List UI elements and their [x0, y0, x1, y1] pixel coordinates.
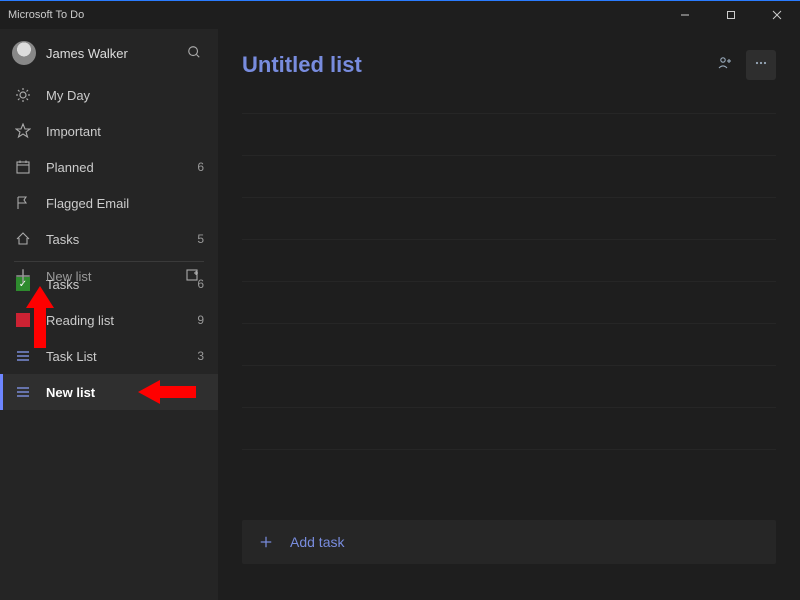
sidebar-item-count: 6: [197, 160, 204, 174]
sidebar-item-label: Planned: [46, 160, 189, 175]
sidebar-item-flagged[interactable]: Flagged Email: [0, 185, 218, 221]
more-icon: [753, 55, 769, 76]
share-button[interactable]: [710, 50, 740, 80]
person-add-icon: [717, 55, 733, 76]
search-button[interactable]: [182, 41, 206, 65]
sidebar-item-reading[interactable]: Reading list 9: [0, 302, 218, 338]
titlebar: Microsoft To Do: [0, 1, 800, 29]
sidebar-item-label: Important: [46, 124, 196, 139]
calendar-icon: [14, 158, 32, 176]
app-window: Microsoft To Do James Walker: [0, 0, 800, 600]
close-button[interactable]: [754, 1, 800, 29]
content-header: Untitled list: [242, 29, 776, 101]
book-icon: [14, 311, 32, 329]
search-icon: [187, 45, 201, 62]
sidebar-item-label: Task List: [46, 349, 189, 364]
plus-icon: [258, 534, 274, 550]
sun-icon: [14, 86, 32, 104]
create-group-button[interactable]: [180, 267, 204, 286]
sidebar-item-planned[interactable]: Planned 6: [0, 149, 218, 185]
sidebar-item-label: Flagged Email: [46, 196, 196, 211]
sidebar-item-tasklist[interactable]: Task List 3: [0, 338, 218, 374]
maximize-button[interactable]: [708, 1, 754, 29]
home-icon: [14, 230, 32, 248]
sidebar-item-label: Tasks: [46, 232, 189, 247]
add-task-label: Add task: [290, 534, 344, 550]
sidebar-item-count: 5: [197, 232, 204, 246]
content-pane: Untitled list: [218, 29, 800, 600]
sidebar-item-label: Reading list: [46, 313, 189, 328]
add-task-input[interactable]: Add task: [242, 520, 776, 564]
star-icon: [14, 122, 32, 140]
sidebar-item-newlist[interactable]: New list: [0, 374, 218, 410]
new-list-button[interactable]: New list: [0, 256, 218, 296]
list-icon: [14, 383, 32, 401]
avatar: [12, 41, 36, 65]
new-list-label: New list: [46, 269, 180, 284]
plus-icon: [14, 267, 32, 285]
sidebar-item-myday[interactable]: My Day: [0, 77, 218, 113]
sidebar-item-label: New list: [46, 385, 196, 400]
minimize-button[interactable]: [662, 1, 708, 29]
list-title[interactable]: Untitled list: [242, 52, 704, 78]
sidebar-item-count: 9: [197, 313, 204, 327]
main-area: James Walker My Day: [0, 29, 800, 600]
app-title: Microsoft To Do: [8, 9, 84, 21]
sidebar-item-label: My Day: [46, 88, 196, 103]
sidebar-item-tasks[interactable]: Tasks 5: [0, 221, 218, 257]
list-icon: [14, 347, 32, 365]
flag-icon: [14, 194, 32, 212]
group-icon: [184, 267, 200, 286]
user-name: James Walker: [46, 46, 182, 61]
sidebar-item-count: 3: [197, 349, 204, 363]
smart-lists: My Day Important Planned 6: [0, 77, 218, 257]
sidebar-item-important[interactable]: Important: [0, 113, 218, 149]
user-row[interactable]: James Walker: [0, 29, 218, 77]
list-options-button[interactable]: [746, 50, 776, 80]
sidebar: James Walker My Day: [0, 29, 218, 600]
